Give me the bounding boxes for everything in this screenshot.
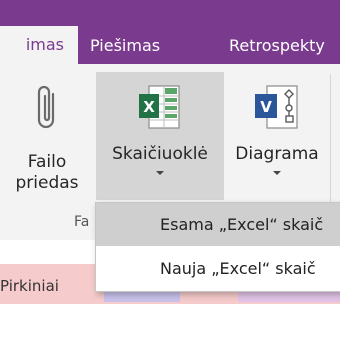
spreadsheet-button[interactable]: X Skaičiuoklė	[96, 72, 224, 200]
ribbon-tab-bar: imas Piešimas Retrospekty	[0, 0, 340, 64]
svg-text:V: V	[260, 98, 272, 116]
attach-file-button[interactable]: Failo priedas	[6, 74, 88, 200]
diagram-button[interactable]: V Diagrama	[228, 72, 326, 200]
svg-text:X: X	[143, 98, 155, 116]
spreadsheet-dropdown-menu: Esama „Excel“ skaič Nauja „Excel“ skaič	[95, 202, 340, 292]
spreadsheet-label: Skaičiuoklė	[112, 144, 208, 164]
menu-item-new-excel[interactable]: Nauja „Excel“ skaič	[96, 247, 340, 290]
table-cell: Pirkiniai	[0, 277, 59, 295]
attach-file-label-line1: Failo	[27, 152, 67, 172]
tab-draw[interactable]: Piešimas	[90, 28, 160, 64]
diagram-dropdown-caret	[273, 171, 281, 175]
attach-file-label-line2: priedas	[15, 173, 79, 193]
group-label-files: Fa	[74, 214, 90, 230]
spreadsheet-dropdown-caret	[156, 171, 164, 175]
diagram-label: Diagrama	[235, 144, 319, 164]
excel-spreadsheet-icon: X	[139, 85, 180, 129]
visio-diagram-icon: V	[255, 85, 298, 129]
tab-history[interactable]: Retrospekty	[229, 28, 325, 64]
paperclip-icon	[37, 85, 55, 129]
tab-insert[interactable]: imas	[0, 26, 78, 64]
menu-item-existing-excel[interactable]: Esama „Excel“ skaič	[96, 203, 340, 246]
